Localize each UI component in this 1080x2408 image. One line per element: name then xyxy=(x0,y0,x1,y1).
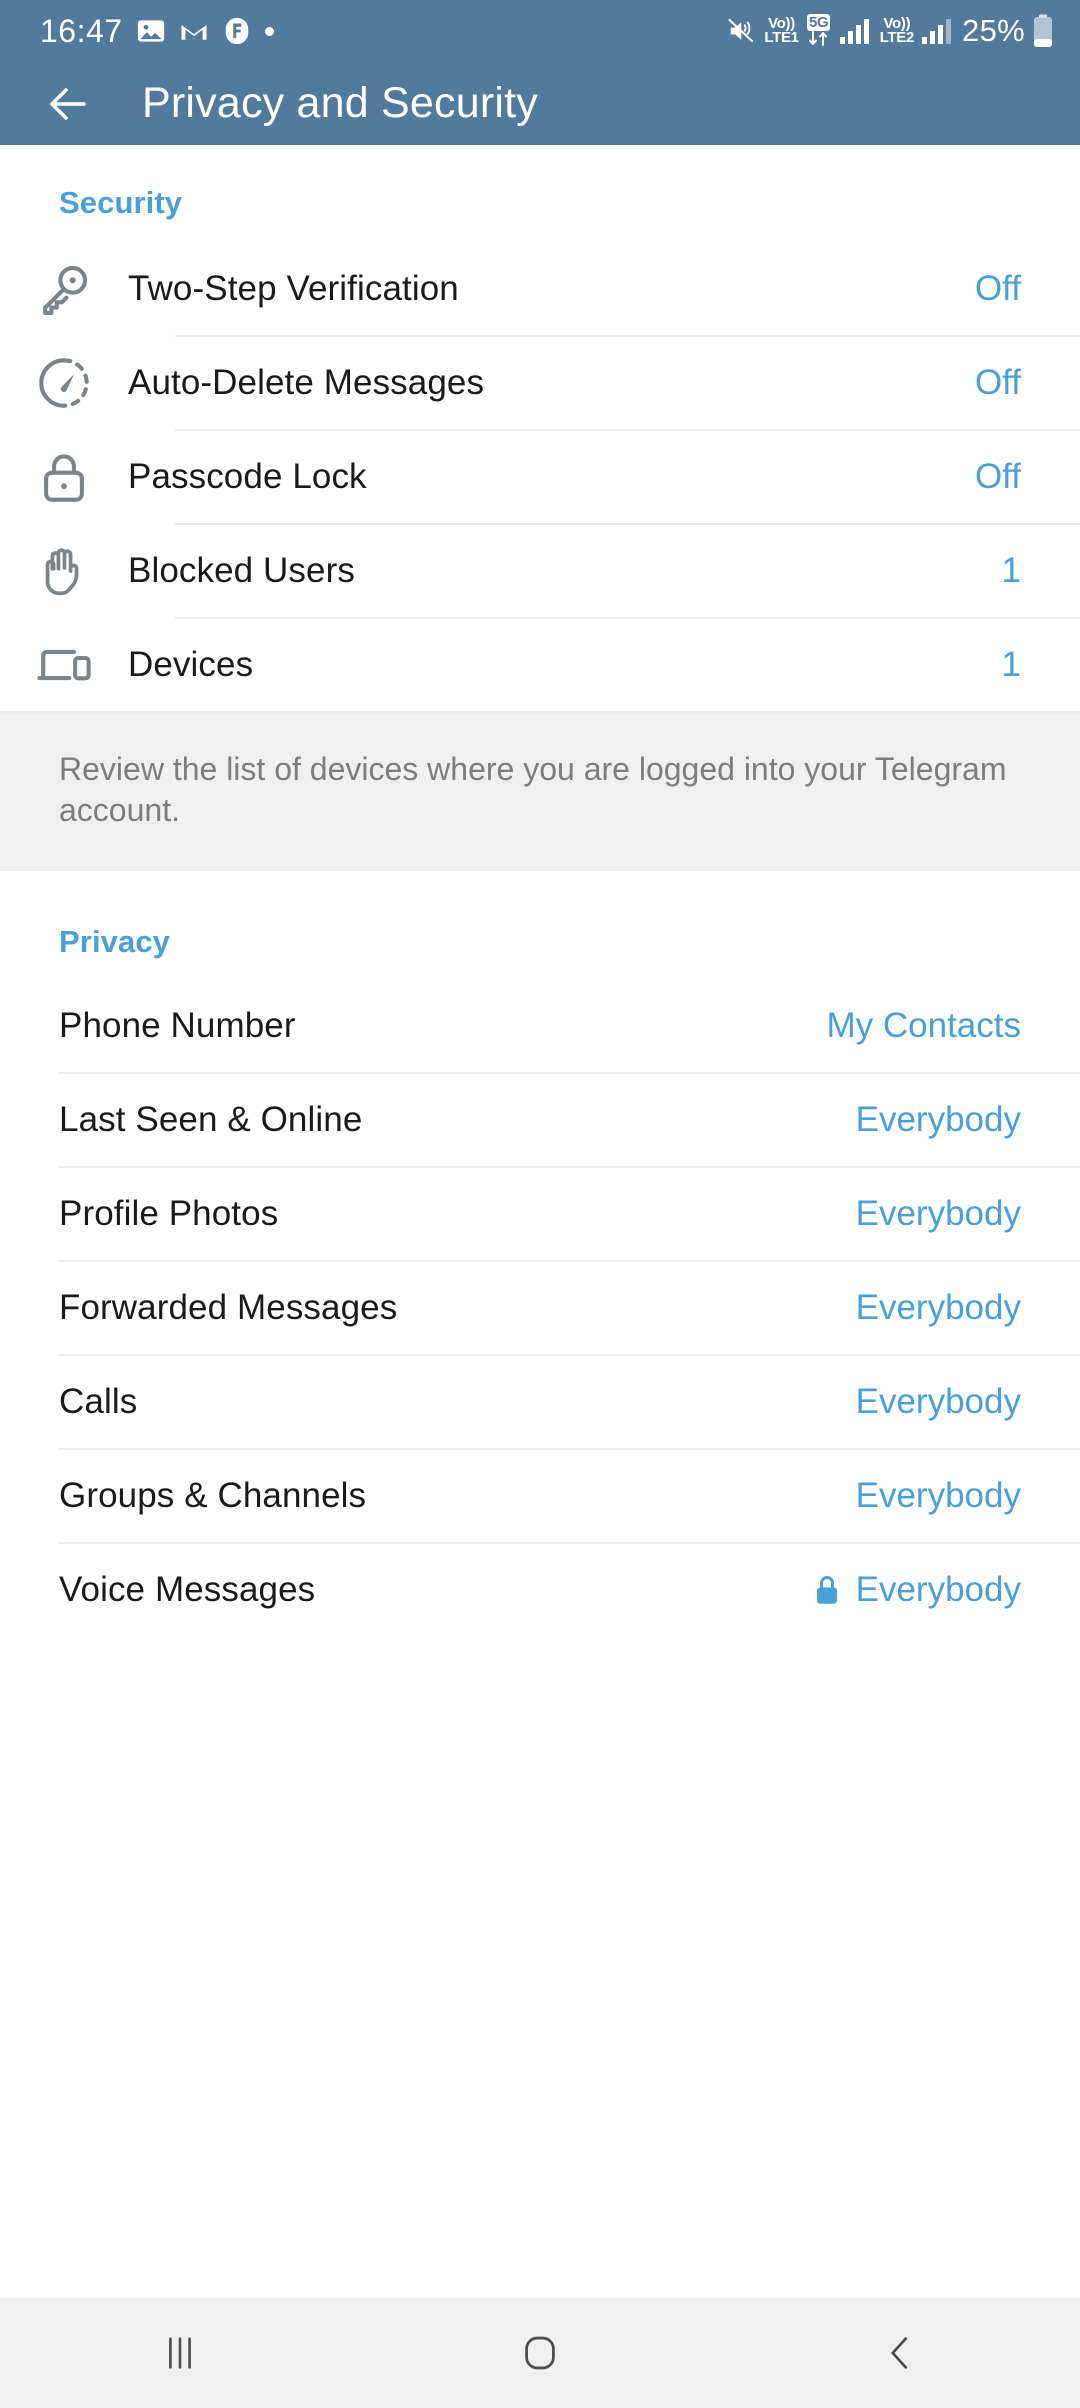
row-calls[interactable]: Calls Everybody xyxy=(0,1355,1080,1448)
status-bar-left: 16:47 xyxy=(40,15,274,47)
phone-screen: 16:47 Vo)) LTE1 5G Vo)) LTE2 25% Privacy… xyxy=(0,0,1080,2408)
page-title: Privacy and Security xyxy=(142,79,538,127)
row-label: Profile Photos xyxy=(59,1193,279,1233)
row-value: 1 xyxy=(1001,551,1021,590)
network-tag: 5G xyxy=(806,14,831,31)
status-bar: 16:47 Vo)) LTE1 5G Vo)) LTE2 25% xyxy=(0,0,1080,62)
data-arrows-icon xyxy=(808,31,827,46)
row-label: Phone Number xyxy=(59,1005,296,1045)
row-label: Groups & Channels xyxy=(59,1475,367,1515)
key-icon xyxy=(0,260,128,318)
auto-delete-icon xyxy=(0,354,128,412)
back-arrow-icon[interactable] xyxy=(40,76,96,132)
row-value: Everybody xyxy=(855,1099,1021,1139)
row-blocked-users[interactable]: Blocked Users 1 xyxy=(0,525,1080,617)
home-icon[interactable] xyxy=(470,2298,610,2408)
lock-icon xyxy=(0,448,128,506)
row-label: Last Seen & Online xyxy=(59,1099,363,1139)
row-value: Off xyxy=(974,363,1021,402)
status-clock: 16:47 xyxy=(40,13,123,49)
devices-icon xyxy=(0,636,128,694)
back-nav-icon[interactable] xyxy=(830,2298,970,2408)
row-label: Passcode Lock xyxy=(128,457,367,496)
battery-icon xyxy=(1032,14,1054,48)
row-label: Auto-Delete Messages xyxy=(128,363,485,402)
row-auto-delete-messages[interactable]: Auto-Delete Messages Off xyxy=(0,337,1080,429)
row-phone-number[interactable]: Phone Number My Contacts xyxy=(0,979,1080,1072)
devices-info-text: Review the list of devices where you are… xyxy=(59,751,1007,828)
row-passcode-lock[interactable]: Passcode Lock Off xyxy=(0,431,1080,523)
blocked-hand-icon xyxy=(0,542,128,600)
status-bar-right: Vo)) LTE1 5G Vo)) LTE2 25% xyxy=(727,13,1054,49)
row-label: Calls xyxy=(59,1381,138,1421)
premium-lock-icon xyxy=(812,1573,842,1607)
volume-mute-icon xyxy=(727,16,757,46)
row-profile-photos[interactable]: Profile Photos Everybody xyxy=(0,1167,1080,1260)
row-value-text: Everybody xyxy=(855,1569,1021,1609)
row-label: Blocked Users xyxy=(128,551,355,590)
row-value: Everybody xyxy=(855,1475,1021,1515)
row-last-seen-online[interactable]: Last Seen & Online Everybody xyxy=(0,1073,1080,1166)
signal-bars-2-icon xyxy=(921,17,955,45)
row-value: Everybody xyxy=(812,1570,1021,1610)
volte2-icon: Vo)) LTE2 xyxy=(879,16,915,46)
row-value: Everybody xyxy=(855,1381,1021,1421)
row-label: Devices xyxy=(128,645,254,684)
settings-content: Security Two-Step Verification Off Auto-… xyxy=(0,145,1080,1636)
app-bar: Privacy and Security xyxy=(0,62,1080,145)
recents-icon[interactable] xyxy=(110,2298,250,2408)
row-groups-channels[interactable]: Groups & Channels Everybody xyxy=(0,1449,1080,1542)
row-value: Off xyxy=(974,269,1021,308)
volte1-icon: Vo)) LTE1 xyxy=(764,16,799,46)
row-value: Everybody xyxy=(855,1287,1021,1327)
row-forwarded-messages[interactable]: Forwarded Messages Everybody xyxy=(0,1261,1080,1354)
network-5g-icon: 5G xyxy=(806,14,832,48)
section-header-security: Security xyxy=(59,185,183,220)
devices-info-block: Review the list of devices where you are… xyxy=(0,713,1080,871)
row-two-step-verification[interactable]: Two-Step Verification Off xyxy=(0,243,1080,335)
row-value: My Contacts xyxy=(826,1005,1022,1045)
row-value: Everybody xyxy=(855,1193,1021,1233)
volte1-bottom: LTE1 xyxy=(764,29,799,46)
row-value: 1 xyxy=(1001,645,1021,684)
image-icon xyxy=(136,16,166,46)
row-devices[interactable]: Devices 1 xyxy=(0,619,1080,711)
app-badge-icon xyxy=(222,16,252,46)
row-value: Off xyxy=(974,457,1021,496)
system-navigation-bar xyxy=(0,2298,1080,2408)
row-label: Two-Step Verification xyxy=(128,269,459,308)
row-label: Forwarded Messages xyxy=(59,1287,398,1327)
dot-icon xyxy=(264,26,274,36)
section-header-privacy: Privacy xyxy=(59,923,171,959)
row-voice-messages[interactable]: Voice Messages Everybody xyxy=(0,1543,1080,1636)
battery-percent: 25% xyxy=(962,13,1025,48)
gmail-icon xyxy=(179,16,209,46)
row-label: Voice Messages xyxy=(59,1569,316,1609)
volte2-bottom: LTE2 xyxy=(879,29,915,46)
signal-bars-1-icon xyxy=(839,17,873,45)
